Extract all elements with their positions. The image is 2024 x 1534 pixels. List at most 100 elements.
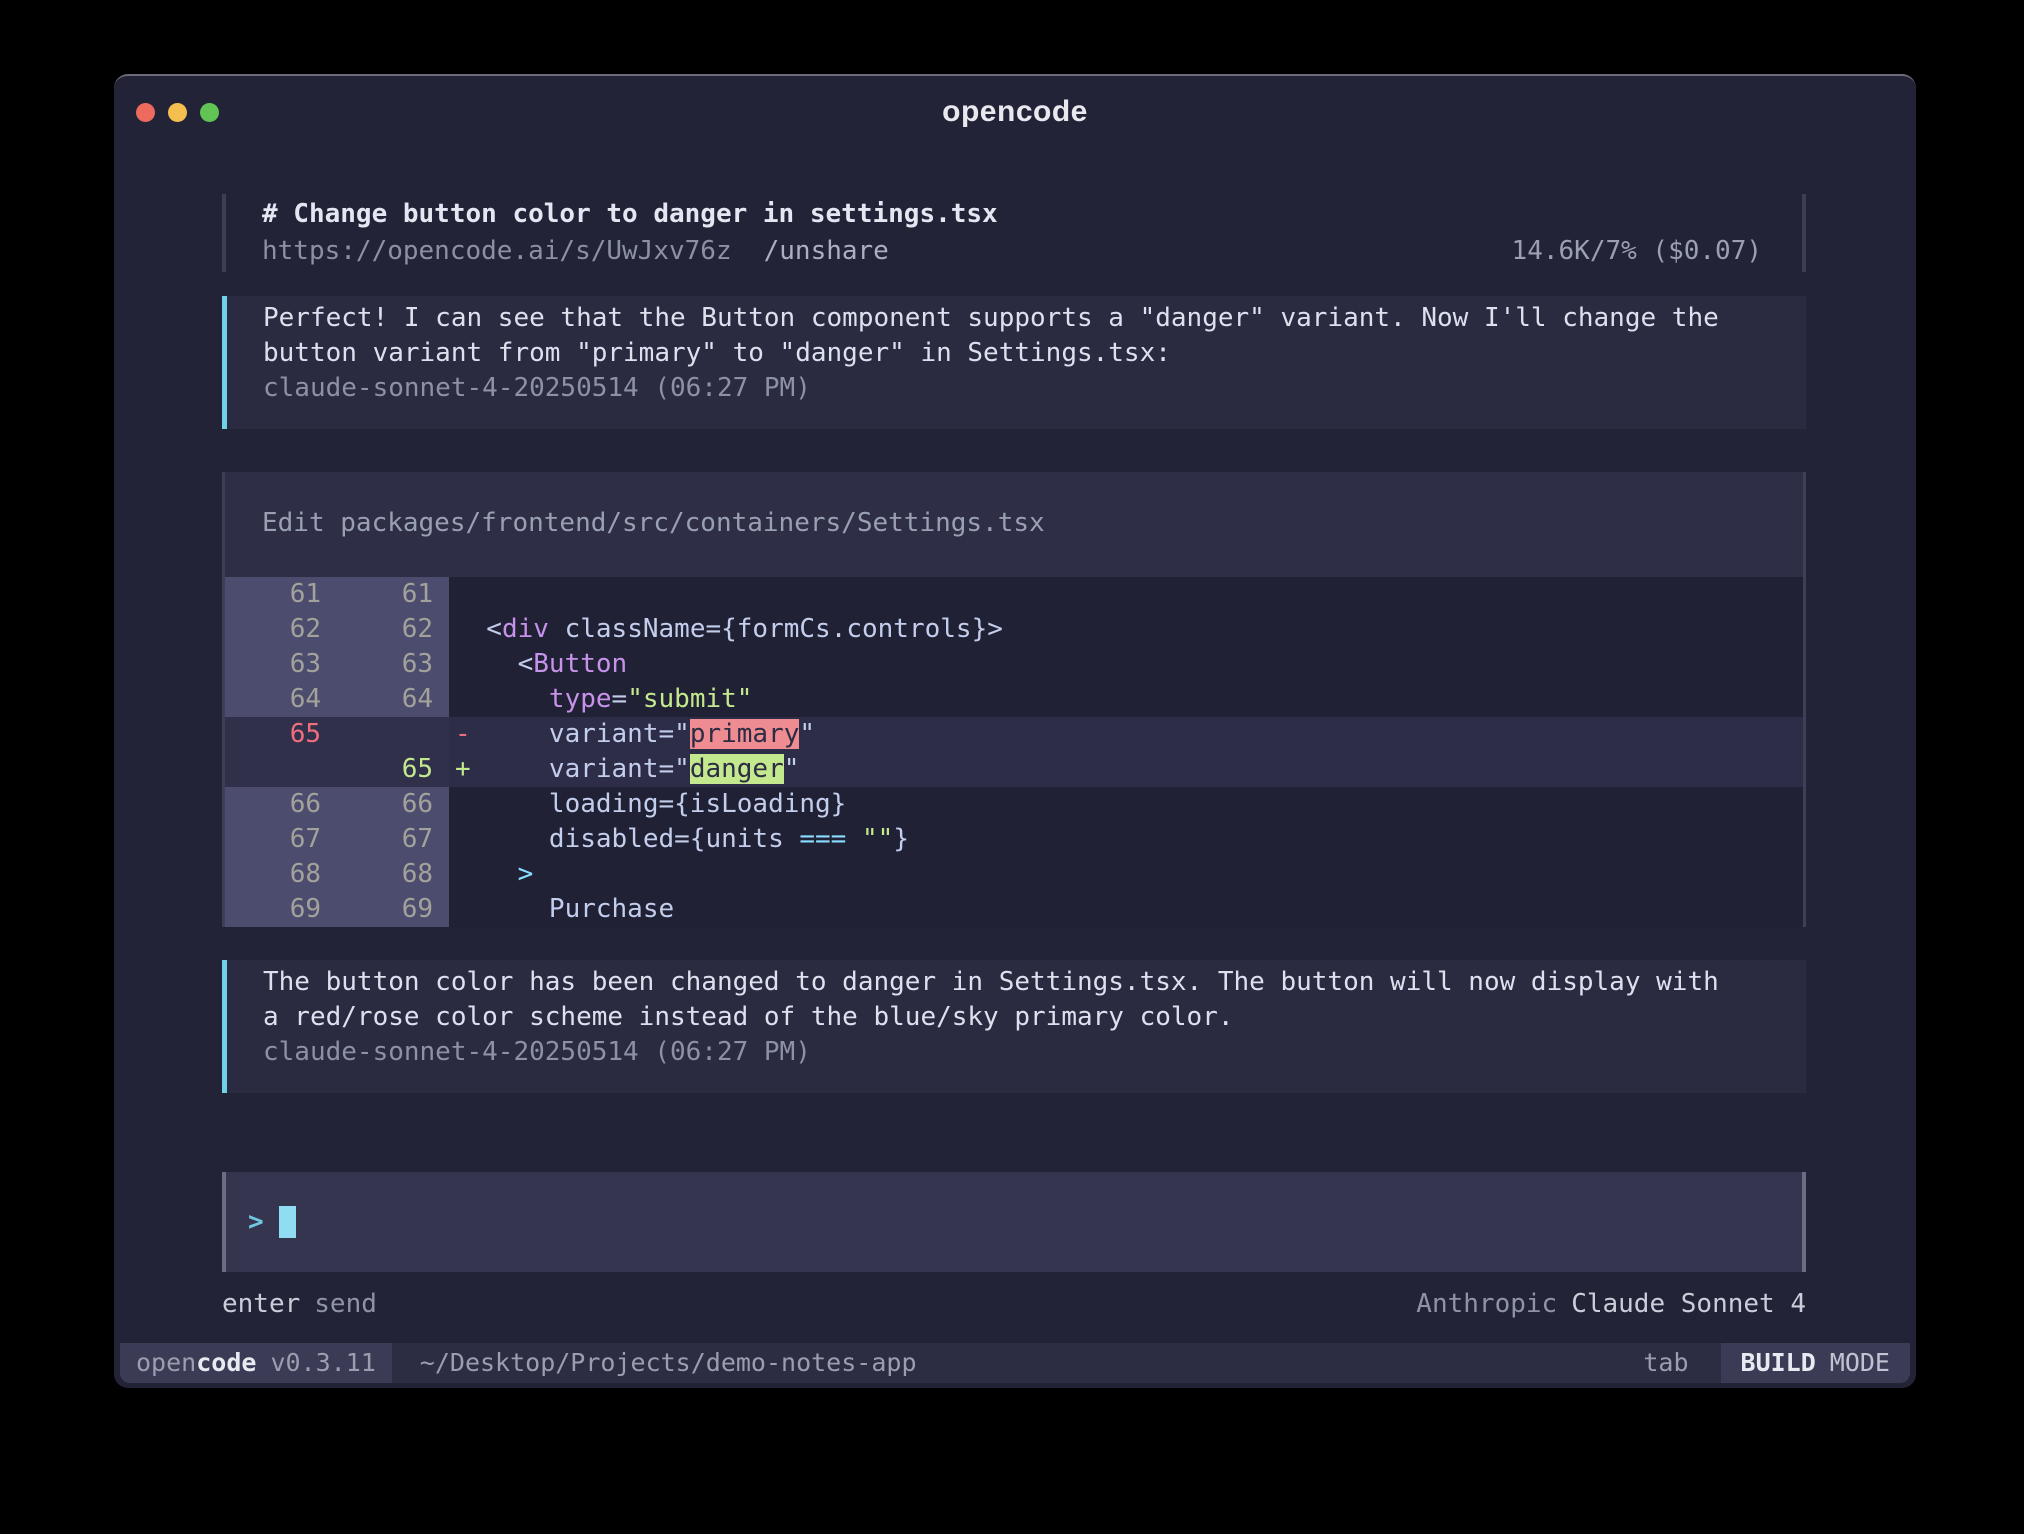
diff-row: 6767 disabled={units === ""} — [225, 822, 1803, 857]
text-cursor — [279, 1206, 296, 1238]
diff-old-line-number: 64 — [225, 682, 337, 717]
code-segment: type — [549, 684, 612, 714]
mode-name-rest: MODE — [1830, 1348, 1890, 1377]
code-segment: danger — [690, 754, 784, 784]
diff-new-line-number: 66 — [337, 787, 449, 822]
diff-row: 6161 — [225, 577, 1803, 612]
session-content: # Change button color to danger in setti… — [114, 194, 1916, 1322]
diff-old-line-number: 69 — [225, 892, 337, 927]
code-segment: loading={isLoading} — [455, 789, 846, 819]
diff-new-line-number — [337, 717, 449, 752]
diff-code-line: <div className={formCs.controls}> — [449, 612, 1803, 647]
prompt-symbol: > — [248, 1207, 264, 1237]
mode-name-bold: BUILD — [1741, 1348, 1816, 1377]
diff-code-line: type="submit" — [449, 682, 1803, 717]
edit-tool-title: Edit packages/frontend/src/containers/Se… — [225, 472, 1803, 577]
unshare-command: /unshare — [764, 233, 889, 270]
diff-row: 6666 loading={isLoading} — [225, 787, 1803, 822]
minimize-button[interactable] — [168, 103, 187, 122]
diff-new-line-number: 69 — [337, 892, 449, 927]
diff-new-line-number: 62 — [337, 612, 449, 647]
edit-tool-block: Edit packages/frontend/src/containers/Se… — [222, 472, 1806, 927]
diff-code-line: + variant="danger" — [449, 752, 1803, 787]
code-segment: "" — [862, 824, 893, 854]
message-line: Perfect! I can see that the Button compo… — [263, 301, 1766, 336]
code-segment: " — [784, 754, 800, 784]
model-label: Claude Sonnet 4 — [1571, 1289, 1806, 1319]
diff-code-line: Purchase — [449, 892, 1803, 927]
code-segment: disabled={units — [455, 824, 799, 854]
code-segment: " — [799, 719, 815, 749]
diff-row: 6464 type="submit" — [225, 682, 1803, 717]
diff-old-line-number: 63 — [225, 647, 337, 682]
session-title: # Change button color to danger in setti… — [262, 196, 1762, 233]
close-button[interactable] — [136, 103, 155, 122]
diff-code-line: disabled={units === ""} — [449, 822, 1803, 857]
working-directory: ~/Desktop/Projects/demo-notes-app — [420, 1343, 917, 1383]
window-title: opencode — [942, 95, 1088, 129]
diff-code-line: loading={isLoading} — [449, 787, 1803, 822]
message-model-timestamp: claude-sonnet-4-20250514 (06:27 PM) — [263, 371, 1766, 406]
tab-key-hint: tab — [1643, 1343, 1688, 1383]
diff-row: 65+ variant="danger" — [225, 752, 1803, 787]
code-segment: } — [893, 824, 909, 854]
code-segment — [455, 684, 549, 714]
code-segment — [846, 824, 862, 854]
context-usage: 14.6K/7% ($0.07) — [1512, 233, 1762, 270]
code-segment: === — [799, 824, 846, 854]
provider-label: Anthropic — [1416, 1289, 1557, 1319]
code-segment: primary — [690, 719, 800, 749]
code-segment: Purchase — [455, 894, 674, 924]
diff-new-line-number: 61 — [337, 577, 449, 612]
diff-change-marker: + — [455, 752, 471, 787]
diff-row: 6363 <Button — [225, 647, 1803, 682]
app-version: v0.3.11 — [270, 1348, 375, 1377]
diff-code-line: > — [449, 857, 1803, 892]
code-segment: "submit" — [627, 684, 752, 714]
diff-old-line-number: 61 — [225, 577, 337, 612]
diff-new-line-number: 64 — [337, 682, 449, 717]
session-header: # Change button color to danger in setti… — [222, 194, 1806, 272]
code-segment: > — [518, 859, 534, 889]
enter-key-hint: enter — [222, 1289, 300, 1319]
code-segment: variant=" — [455, 754, 690, 784]
diff-new-line-number: 65 — [337, 752, 449, 787]
app-name-bold: code — [196, 1348, 256, 1377]
input-hints-row: enter send Anthropic Claude Sonnet 4 — [222, 1286, 1806, 1322]
code-segment: className={formCs.controls}> — [549, 614, 1003, 644]
session-meta-row: https://opencode.ai/s/UwJxv76z /unshare … — [262, 233, 1762, 270]
zoom-button[interactable] — [200, 103, 219, 122]
diff-old-line-number: 68 — [225, 857, 337, 892]
code-segment: Button — [533, 649, 627, 679]
diff-new-line-number: 67 — [337, 822, 449, 857]
assistant-message: The button color has been changed to dan… — [222, 960, 1806, 1093]
assistant-message: Perfect! I can see that the Button compo… — [222, 296, 1806, 429]
traffic-lights — [136, 76, 219, 148]
code-segment: div — [502, 614, 549, 644]
diff-new-line-number: 68 — [337, 857, 449, 892]
titlebar: opencode — [114, 76, 1916, 148]
diff-new-line-number: 63 — [337, 647, 449, 682]
app-window: opencode # Change button color to danger… — [114, 74, 1916, 1388]
provider-model: Anthropic Claude Sonnet 4 — [1416, 1286, 1806, 1322]
prompt-input[interactable]: > — [222, 1172, 1806, 1272]
code-segment: variant=" — [455, 719, 690, 749]
send-hint: enter send — [222, 1286, 377, 1322]
build-mode-badge: BUILD MODE — [1721, 1343, 1910, 1383]
send-action-label: send — [314, 1289, 377, 1319]
code-segment — [455, 859, 518, 889]
message-line: The button color has been changed to dan… — [263, 965, 1766, 1000]
message-model-timestamp: claude-sonnet-4-20250514 (06:27 PM) — [263, 1035, 1766, 1070]
app-version-badge: opencode v0.3.11 — [120, 1343, 392, 1383]
diff-old-line-number: 67 — [225, 822, 337, 857]
diff-old-line-number: 66 — [225, 787, 337, 822]
diff-row: 65- variant="primary" — [225, 717, 1803, 752]
message-line: button variant from "primary" to "danger… — [263, 336, 1766, 371]
diff-old-line-number — [225, 752, 337, 787]
app-name-light: open — [136, 1348, 196, 1377]
diff-row: 6868 > — [225, 857, 1803, 892]
status-bar-spacer — [917, 1343, 1644, 1383]
diff-code-line — [449, 577, 1803, 612]
diff-old-line-number: 62 — [225, 612, 337, 647]
status-bar: opencode v0.3.11 ~/Desktop/Projects/demo-… — [120, 1343, 1910, 1383]
